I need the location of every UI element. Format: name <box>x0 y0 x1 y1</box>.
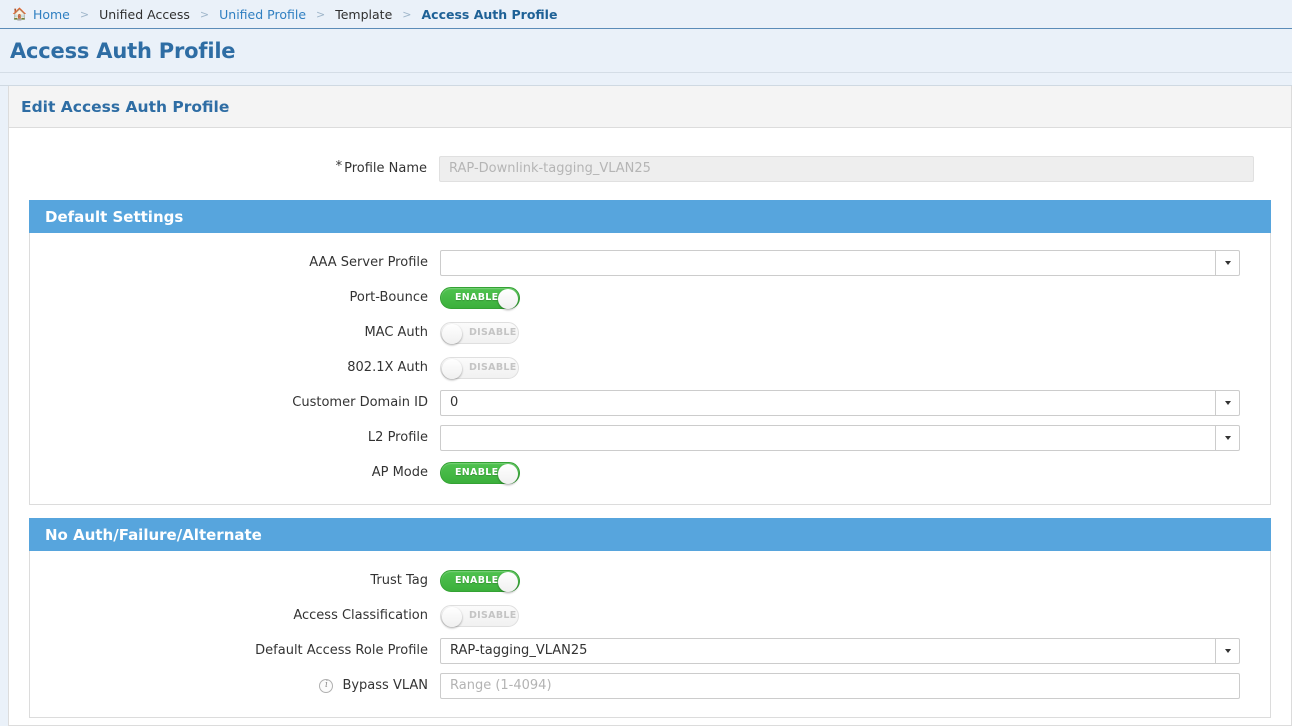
label-ap-mode: AP Mode <box>30 465 440 480</box>
label-bypass-vlan-text: Bypass VLAN <box>342 678 428 693</box>
toggle-knob <box>442 359 462 379</box>
card-body: * Profile Name RAP-Downlink-tagging_VLAN… <box>9 151 1291 718</box>
label-access-classification: Access Classification <box>30 608 440 623</box>
chevron-down-icon[interactable] <box>1215 251 1239 275</box>
label-aaa-server-profile: AAA Server Profile <box>30 255 440 270</box>
profile-name-value: RAP-Downlink-tagging_VLAN25 <box>440 161 1253 176</box>
row-access-classification: Access Classification DISABLE <box>30 598 1270 633</box>
profile-name-input: RAP-Downlink-tagging_VLAN25 <box>439 156 1254 182</box>
row-default-access-role-profile: Default Access Role Profile RAP-tagging_… <box>30 633 1270 668</box>
chevron-down-icon[interactable] <box>1215 639 1239 663</box>
label-mac-auth: MAC Auth <box>30 325 440 340</box>
8021x-auth-toggle-label: DISABLE <box>469 362 517 373</box>
row-aaa-server-profile: AAA Server Profile <box>30 245 1270 280</box>
label-profile-name: * Profile Name <box>9 161 439 176</box>
customer-domain-id-value: 0 <box>441 395 1215 410</box>
label-bypass-vlan: i Bypass VLAN <box>30 678 440 693</box>
toggle-knob <box>498 289 518 309</box>
bypass-vlan-input[interactable]: Range (1-4094) <box>440 673 1240 699</box>
row-8021x-auth: 802.1X Auth DISABLE <box>30 350 1270 385</box>
breadcrumb-item-unified-profile[interactable]: Unified Profile <box>218 7 307 22</box>
section-default-settings-title: Default Settings <box>45 208 183 226</box>
breadcrumb-separator: > <box>71 8 98 21</box>
title-divider <box>0 73 1292 86</box>
label-l2-profile: L2 Profile <box>30 430 440 445</box>
l2-profile-select[interactable] <box>440 425 1240 451</box>
page-title: Access Auth Profile <box>10 39 235 63</box>
port-bounce-toggle-label: ENABLE <box>455 292 498 303</box>
breadcrumb-separator: > <box>393 8 420 21</box>
chevron-down-icon[interactable] <box>1215 391 1239 415</box>
label-default-access-role-profile: Default Access Role Profile <box>30 643 440 658</box>
trust-tag-toggle[interactable]: ENABLE <box>440 570 520 592</box>
section-no-auth-header: No Auth/Failure/Alternate <box>29 518 1271 551</box>
section-default-settings-header: Default Settings <box>29 200 1271 233</box>
label-port-bounce: Port-Bounce <box>30 290 440 305</box>
row-profile-name: * Profile Name RAP-Downlink-tagging_VLAN… <box>9 151 1291 186</box>
breadcrumb-item-template[interactable]: Template <box>334 7 393 22</box>
breadcrumb-separator: > <box>307 8 334 21</box>
access-classification-toggle[interactable]: DISABLE <box>440 605 519 627</box>
aaa-server-profile-select[interactable] <box>440 250 1240 276</box>
default-access-role-profile-select[interactable]: RAP-tagging_VLAN25 <box>440 638 1240 664</box>
row-trust-tag: Trust Tag ENABLE <box>30 563 1270 598</box>
row-customer-domain-id: Customer Domain ID 0 <box>30 385 1270 420</box>
card-header-title: Edit Access Auth Profile <box>21 98 229 116</box>
info-icon[interactable]: i <box>319 679 333 693</box>
bypass-vlan-placeholder: Range (1-4094) <box>441 678 1239 693</box>
port-bounce-toggle[interactable]: ENABLE <box>440 287 520 309</box>
row-port-bounce: Port-Bounce ENABLE <box>30 280 1270 315</box>
chevron-down-icon[interactable] <box>1215 426 1239 450</box>
breadcrumb: 🏠 Home > Unified Access > Unified Profil… <box>0 0 1292 29</box>
trust-tag-toggle-label: ENABLE <box>455 575 498 586</box>
row-bypass-vlan: i Bypass VLAN Range (1-4094) <box>30 668 1270 703</box>
section-no-auth: No Auth/Failure/Alternate Trust Tag ENAB… <box>29 518 1271 718</box>
page-title-bar: Access Auth Profile <box>0 29 1292 73</box>
toggle-knob <box>442 607 462 627</box>
row-ap-mode: AP Mode ENABLE <box>30 455 1270 490</box>
section-default-settings-body: AAA Server Profile Port-Bounce ENABLE <box>30 233 1270 504</box>
ap-mode-toggle[interactable]: ENABLE <box>440 462 520 484</box>
section-default-settings: Default Settings AAA Server Profile Port… <box>29 200 1271 505</box>
breadcrumb-item-home[interactable]: Home <box>32 7 71 22</box>
row-l2-profile: L2 Profile <box>30 420 1270 455</box>
access-classification-toggle-label: DISABLE <box>469 610 517 621</box>
ap-mode-toggle-label: ENABLE <box>455 467 498 478</box>
toggle-knob <box>498 572 518 592</box>
edit-profile-card: Edit Access Auth Profile * Profile Name … <box>8 86 1292 726</box>
section-no-auth-title: No Auth/Failure/Alternate <box>45 526 262 544</box>
row-mac-auth: MAC Auth DISABLE <box>30 315 1270 350</box>
required-asterisk: * <box>336 159 343 174</box>
label-profile-name-text: Profile Name <box>344 161 427 176</box>
mac-auth-toggle-label: DISABLE <box>469 327 517 338</box>
breadcrumb-item-unified-access[interactable]: Unified Access <box>98 7 191 22</box>
toggle-knob <box>498 464 518 484</box>
breadcrumb-item-access-auth-profile: Access Auth Profile <box>421 7 559 22</box>
customer-domain-id-select[interactable]: 0 <box>440 390 1240 416</box>
breadcrumb-separator: > <box>191 8 218 21</box>
toggle-knob <box>442 324 462 344</box>
default-access-role-profile-value: RAP-tagging_VLAN25 <box>441 643 1215 658</box>
8021x-auth-toggle[interactable]: DISABLE <box>440 357 519 379</box>
home-icon: 🏠 <box>12 8 27 20</box>
page-body: Edit Access Auth Profile * Profile Name … <box>0 86 1292 726</box>
card-header: Edit Access Auth Profile <box>9 86 1291 128</box>
label-customer-domain-id: Customer Domain ID <box>30 395 440 410</box>
mac-auth-toggle[interactable]: DISABLE <box>440 322 519 344</box>
section-no-auth-body: Trust Tag ENABLE Access Classification D… <box>30 551 1270 717</box>
label-8021x-auth: 802.1X Auth <box>30 360 440 375</box>
label-trust-tag: Trust Tag <box>30 573 440 588</box>
